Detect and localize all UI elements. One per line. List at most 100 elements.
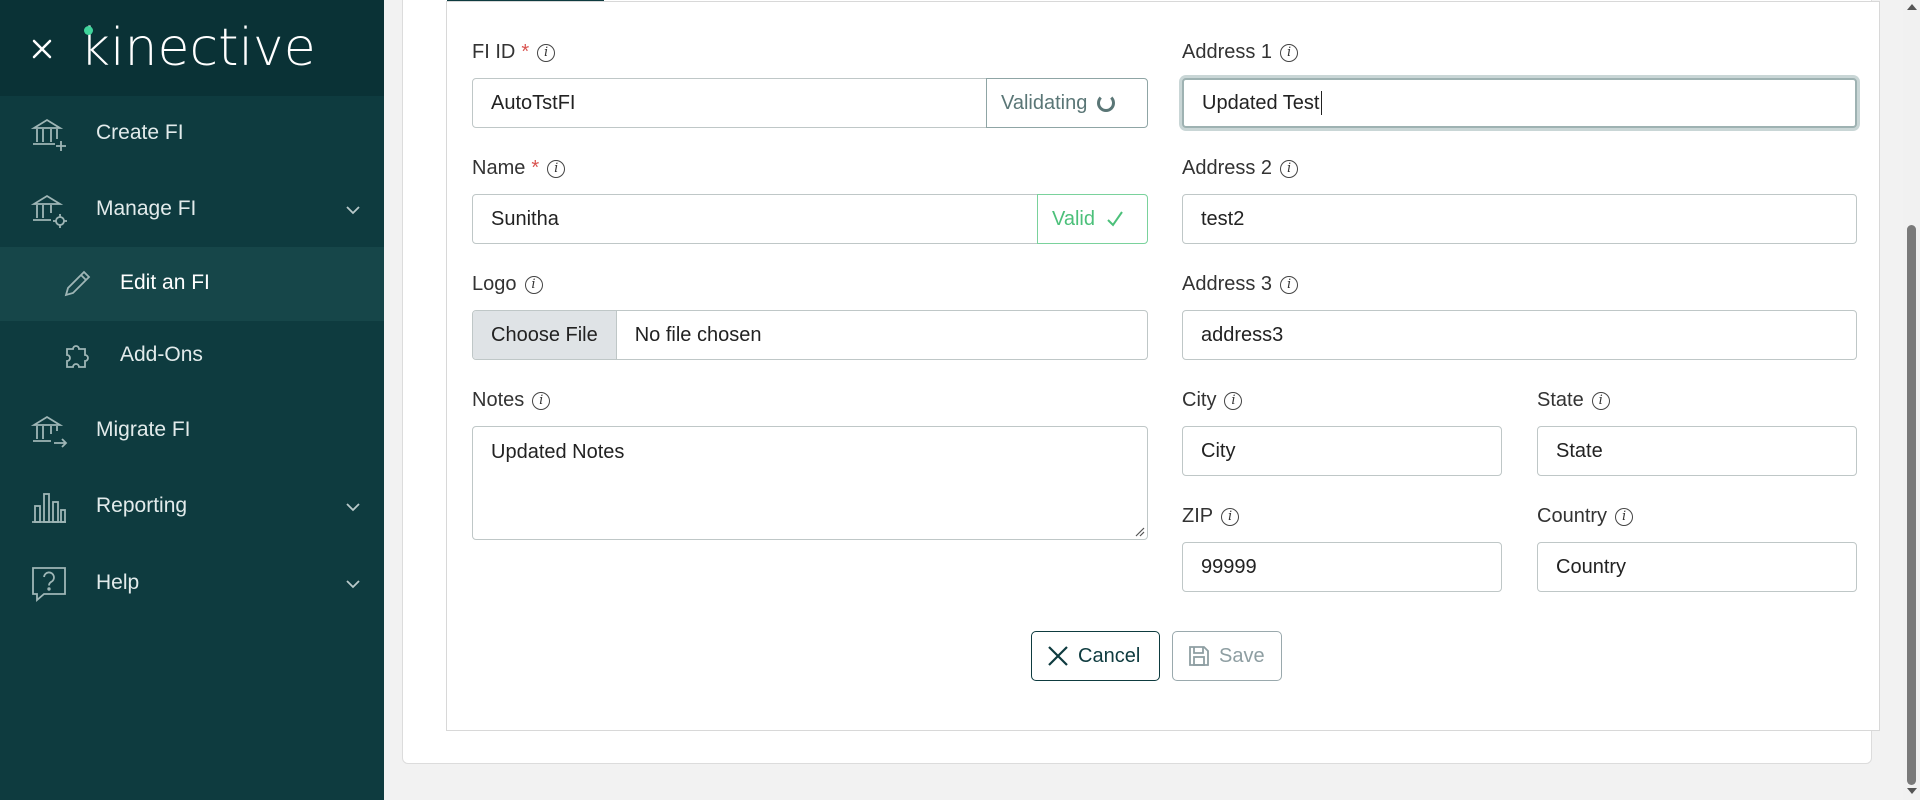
address2-input[interactable]: test2 bbox=[1182, 194, 1857, 244]
name-value: Sunitha bbox=[491, 207, 559, 230]
name-input[interactable]: Sunitha bbox=[472, 194, 1038, 244]
address2-label-text: Address 2 bbox=[1182, 157, 1273, 179]
cancel-button[interactable]: Cancel bbox=[1031, 631, 1160, 681]
address2-value: test2 bbox=[1201, 207, 1245, 230]
city-label: City i bbox=[1182, 389, 1243, 412]
sidebar-item-manage-fi[interactable]: Manage FI bbox=[0, 173, 384, 247]
close-icon[interactable] bbox=[26, 33, 58, 65]
logo-dot bbox=[84, 26, 93, 35]
info-icon[interactable]: i bbox=[1591, 391, 1610, 410]
info-icon[interactable]: i bbox=[537, 43, 556, 62]
info-icon[interactable]: i bbox=[1280, 159, 1299, 178]
save-button[interactable]: Save bbox=[1172, 631, 1282, 681]
sidebar-item-label: Reporting bbox=[96, 494, 188, 517]
scroll-up-arrow-icon[interactable] bbox=[1907, 4, 1917, 10]
resize-grip-icon[interactable] bbox=[1135, 527, 1145, 537]
page-scrollbar[interactable] bbox=[1903, 0, 1920, 800]
address3-label-text: Address 3 bbox=[1182, 273, 1273, 295]
zip-label: ZIP i bbox=[1182, 505, 1240, 528]
info-icon[interactable]: i bbox=[547, 159, 566, 178]
fi-id-status: Validating bbox=[986, 78, 1148, 128]
kinective-logo: kinective bbox=[80, 20, 316, 76]
state-input[interactable]: State bbox=[1537, 426, 1857, 476]
sidebar-item-label: Edit an FI bbox=[120, 271, 210, 294]
sidebar: kinective Create FI Manage FI Edit an FI… bbox=[0, 0, 384, 800]
notes-textarea[interactable]: Updated Notes bbox=[472, 426, 1148, 540]
name-label: Name * i bbox=[472, 157, 566, 180]
country-label: Country i bbox=[1537, 505, 1634, 528]
info-icon[interactable]: i bbox=[1280, 43, 1299, 62]
state-placeholder: State bbox=[1556, 439, 1603, 462]
form-panel: FI ID * i AutoTstFI Validating Name * i … bbox=[446, 1, 1880, 731]
fi-id-status-text: Validating bbox=[1001, 91, 1088, 114]
scroll-thumb[interactable] bbox=[1907, 225, 1916, 785]
notes-label: Notes i bbox=[472, 389, 551, 412]
sidebar-item-label: Create FI bbox=[96, 121, 184, 144]
sidebar-item-create-fi[interactable]: Create FI bbox=[0, 97, 384, 171]
country-input[interactable]: Country bbox=[1537, 542, 1857, 592]
name-status: Valid bbox=[1037, 194, 1148, 244]
help-icon bbox=[32, 567, 66, 602]
logo-file-input: Choose File No file chosen bbox=[472, 310, 1148, 360]
floppy-disk-icon bbox=[1189, 646, 1209, 666]
address1-label-text: Address 1 bbox=[1182, 41, 1273, 63]
sidebar-item-label: Manage FI bbox=[96, 197, 197, 220]
sidebar-item-reporting[interactable]: Reporting bbox=[0, 470, 384, 544]
save-label: Save bbox=[1219, 644, 1265, 667]
sidebar-item-help[interactable]: Help bbox=[0, 547, 384, 621]
bank-gear-icon bbox=[30, 194, 67, 228]
info-icon[interactable]: i bbox=[1615, 507, 1634, 526]
city-input[interactable]: City bbox=[1182, 426, 1502, 476]
info-icon[interactable]: i bbox=[524, 275, 543, 294]
city-label-text: City bbox=[1182, 389, 1217, 411]
required-marker: * bbox=[531, 157, 540, 179]
required-marker: * bbox=[521, 41, 530, 63]
spinner-icon bbox=[1097, 94, 1116, 112]
form-card: FI ID * i AutoTstFI Validating Name * i … bbox=[402, 0, 1880, 764]
info-icon[interactable]: i bbox=[532, 391, 551, 410]
address3-label: Address 3 i bbox=[1182, 273, 1299, 296]
sidebar-item-edit-fi[interactable]: Edit an FI bbox=[0, 247, 384, 321]
file-status-text: No file chosen bbox=[634, 323, 762, 346]
logo-label-text: Logo bbox=[472, 273, 517, 295]
text-caret bbox=[1320, 91, 1322, 115]
chevron-down-icon bbox=[346, 206, 360, 215]
country-placeholder: Country bbox=[1556, 555, 1627, 578]
logo-label: Logo i bbox=[472, 273, 543, 296]
fi-id-input[interactable]: AutoTstFI bbox=[472, 78, 987, 128]
choose-file-button[interactable]: Choose File bbox=[473, 311, 617, 359]
info-icon[interactable]: i bbox=[1280, 275, 1299, 294]
address3-input[interactable]: address3 bbox=[1182, 310, 1857, 360]
fi-id-label: FI ID * i bbox=[472, 41, 556, 64]
info-icon[interactable]: i bbox=[1221, 507, 1240, 526]
sidebar-header: kinective bbox=[0, 0, 384, 96]
scroll-down-arrow-icon[interactable] bbox=[1907, 788, 1917, 794]
zip-input[interactable]: 99999 bbox=[1182, 542, 1502, 592]
country-label-text: Country bbox=[1537, 505, 1608, 527]
zip-value: 99999 bbox=[1201, 555, 1257, 578]
sidebar-item-migrate-fi[interactable]: Migrate FI bbox=[0, 394, 384, 468]
logo-text: kinective bbox=[80, 18, 316, 78]
address2-label: Address 2 i bbox=[1182, 157, 1299, 180]
chevron-down-icon bbox=[346, 580, 360, 589]
zip-label-text: ZIP bbox=[1182, 505, 1214, 527]
bank-plus-icon bbox=[30, 118, 66, 151]
bank-arrow-icon bbox=[30, 415, 68, 448]
sidebar-item-label: Help bbox=[96, 571, 140, 594]
sidebar-item-add-ons[interactable]: Add-Ons bbox=[0, 319, 384, 393]
close-icon bbox=[1048, 646, 1068, 666]
info-icon[interactable]: i bbox=[1224, 391, 1243, 410]
check-icon bbox=[1107, 211, 1123, 227]
fi-id-value: AutoTstFI bbox=[491, 91, 576, 114]
sidebar-item-label: Add-Ons bbox=[120, 343, 203, 366]
address1-value: Updated Test bbox=[1202, 91, 1320, 114]
fi-id-label-text: FI ID bbox=[472, 41, 516, 63]
state-label: State i bbox=[1537, 389, 1610, 412]
puzzle-icon bbox=[66, 345, 89, 368]
name-status-text: Valid bbox=[1052, 207, 1095, 230]
chevron-down-icon bbox=[346, 503, 360, 512]
address3-value: address3 bbox=[1201, 323, 1284, 346]
main-content: FI ID * i AutoTstFI Validating Name * i … bbox=[384, 0, 1920, 800]
notes-value: Updated Notes bbox=[491, 441, 625, 463]
address1-input[interactable]: Updated Test bbox=[1182, 78, 1857, 128]
